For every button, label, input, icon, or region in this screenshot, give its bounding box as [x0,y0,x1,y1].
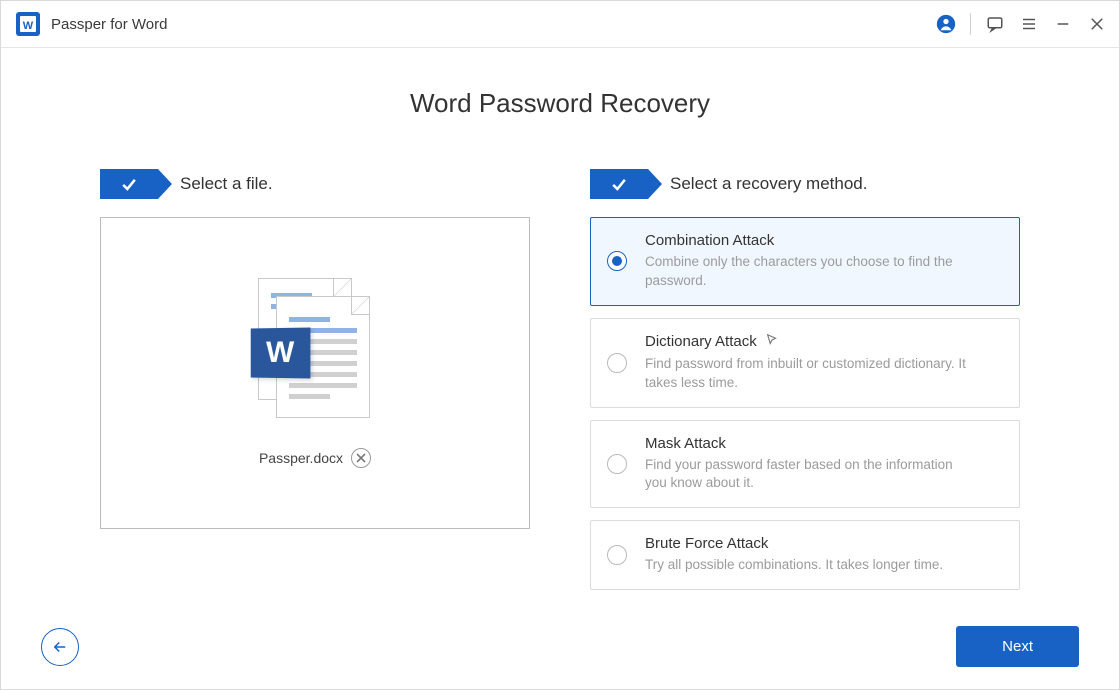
method-desc: Try all possible combinations. It takes … [645,556,975,575]
selected-file-name: Passper.docx [259,450,343,466]
app-title: Passper for Word [51,16,167,33]
file-dropzone[interactable]: W Passper.docx [100,217,530,529]
app-window: W Passper for Word Word Password Recover… [0,0,1120,690]
method-title: Mask Attack [645,435,726,452]
radio-icon [607,545,627,565]
radio-icon [607,353,627,373]
selected-file-row: Passper.docx [259,448,371,468]
main-content: Word Password Recovery Select a file. [1,48,1119,689]
back-button[interactable] [41,628,79,666]
separator [970,13,971,35]
method-option-dictionary[interactable]: Dictionary Attack Find password from inb… [590,318,1020,408]
file-column: Select a file. [100,169,530,590]
method-list: Combination Attack Combine only the char… [590,217,1020,590]
method-title: Dictionary Attack [645,333,757,350]
check-badge-icon [590,169,648,199]
word-document-icon: W [250,278,380,428]
step-file-label: Select a file. [180,174,273,194]
next-button[interactable]: Next [956,626,1079,667]
titlebar: W Passper for Word [1,1,1119,48]
minimize-icon[interactable] [1053,14,1073,34]
radio-icon [607,251,627,271]
footer: Next [1,626,1119,667]
method-option-combination[interactable]: Combination Attack Combine only the char… [590,217,1020,306]
step-header-method: Select a recovery method. [590,169,1020,199]
menu-icon[interactable] [1019,14,1039,34]
method-desc: Combine only the characters you choose t… [645,253,975,291]
svg-text:W: W [23,20,34,32]
close-icon[interactable] [1087,14,1107,34]
titlebar-controls [936,13,1107,35]
step-header-file: Select a file. [100,169,530,199]
account-icon[interactable] [936,14,956,34]
method-title: Brute Force Attack [645,535,768,552]
method-desc: Find your password faster based on the i… [645,456,975,494]
feedback-icon[interactable] [985,14,1005,34]
method-column: Select a recovery method. Combination At… [590,169,1020,590]
method-option-mask[interactable]: Mask Attack Find your password faster ba… [590,420,1020,509]
radio-icon [607,454,627,474]
step-method-label: Select a recovery method. [670,174,867,194]
clear-file-button[interactable] [351,448,371,468]
cursor-icon [765,333,779,351]
method-title: Combination Attack [645,232,774,249]
check-badge-icon [100,169,158,199]
page-title: Word Password Recovery [61,88,1059,119]
method-desc: Find password from inbuilt or customized… [645,355,975,393]
app-logo-icon: W [15,11,41,37]
method-option-bruteforce[interactable]: Brute Force Attack Try all possible comb… [590,520,1020,590]
steps-row: Select a file. [61,169,1059,590]
